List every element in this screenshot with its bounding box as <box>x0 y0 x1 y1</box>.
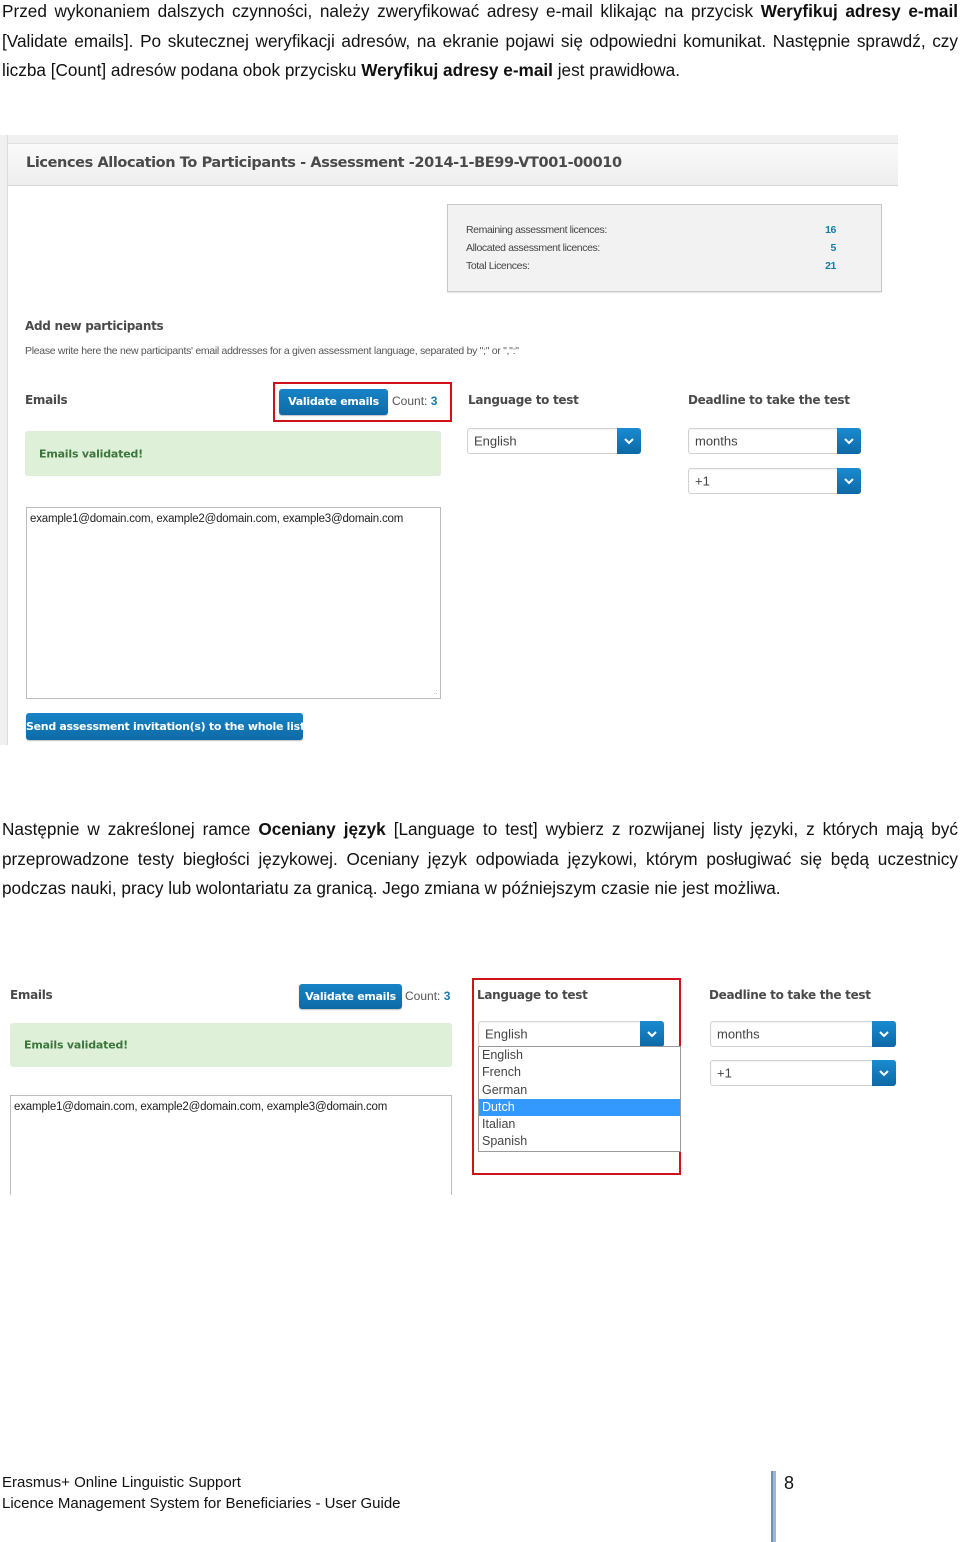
send-invitations-button[interactable]: Send assessment invitation(s) to the who… <box>26 713 305 740</box>
deadline-label: Deadline to take the test <box>688 393 850 407</box>
chevron-down-icon[interactable] <box>837 428 861 454</box>
footer-divider <box>771 1471 776 1542</box>
licences-summary-box: Remaining assessment licences: 16 Alloca… <box>447 204 882 292</box>
page-number: 8 <box>784 1473 795 1493</box>
page-footer: Erasmus+ Online Linguistic Support Licen… <box>2 1473 401 1514</box>
language-dropdown-list: English French German Dutch Italian Span… <box>478 1046 681 1152</box>
email-count: Count: 3 <box>405 989 450 1003</box>
intro-bold-1: Weryfikuj adresy e-mail <box>760 1 958 21</box>
emails-textarea[interactable]: example1@domain.com, example2@domain.com… <box>10 1095 452 1195</box>
language-option[interactable]: German <box>479 1082 680 1099</box>
deadline-unit-value: months <box>717 1026 760 1042</box>
deadline-amount-select[interactable]: +1 <box>688 468 861 494</box>
deadline-label: Deadline to take the test <box>709 988 871 1002</box>
second-text-1: Następnie w zakreślonej ramce <box>2 819 259 839</box>
second-paragraph: Następnie w zakreślonej ramce Oceniany j… <box>2 815 958 904</box>
add-participants-note: Please write here the new participants' … <box>25 345 519 357</box>
chevron-down-icon[interactable] <box>872 1021 896 1047</box>
emails-label: Emails <box>10 988 53 1002</box>
screenshot-licences-allocation: Licences Allocation To Participants - As… <box>0 135 898 745</box>
licence-value: 5 <box>830 242 837 254</box>
emails-textarea-value: example1@domain.com, example2@domain.com… <box>14 1101 388 1113</box>
chevron-down-icon[interactable] <box>837 468 861 494</box>
language-option[interactable]: English <box>479 1047 680 1064</box>
intro-text-3: jest prawidłowa. <box>552 60 680 81</box>
count-value: 3 <box>430 394 438 408</box>
language-option[interactable]: French <box>479 1064 680 1081</box>
validate-emails-button[interactable]: Validate emails <box>299 984 402 1009</box>
emails-validated-alert: Emails validated! <box>25 431 441 476</box>
deadline-amount-select[interactable]: +1 <box>710 1060 896 1086</box>
panel-title: Licences Allocation To Participants - As… <box>26 155 622 171</box>
count-value: 3 <box>443 989 451 1003</box>
screenshot-language-dropdown: Emails Validate emails Count: 3 Emails v… <box>0 975 905 1195</box>
language-option[interactable]: Italian <box>479 1116 680 1133</box>
second-bold-1: Oceniany język <box>258 819 386 839</box>
licence-label: Remaining assessment licences: <box>466 224 607 236</box>
add-participants-heading: Add new participants <box>25 319 164 333</box>
licence-row-remaining: Remaining assessment licences: 16 <box>466 224 836 236</box>
footer-line-1: Erasmus+ Online Linguistic Support <box>2 1474 241 1491</box>
licence-row-total: Total Licences: 21 <box>466 260 836 272</box>
emails-textarea[interactable]: example1@domain.com, example2@domain.com… <box>26 507 441 699</box>
panel-header: Licences Allocation To Participants - As… <box>8 143 898 186</box>
deadline-unit-value: months <box>695 433 738 449</box>
frame-left <box>0 135 8 745</box>
deadline-amount-value: +1 <box>717 1065 732 1081</box>
deadline-unit-select[interactable]: months <box>688 428 861 454</box>
language-select[interactable]: English <box>478 1021 664 1047</box>
intro-bold-2: Weryfikuj adresy e-mail <box>361 60 553 81</box>
licence-value: 16 <box>825 224 836 236</box>
language-option-highlighted[interactable]: Dutch <box>479 1098 680 1117</box>
deadline-amount-value: +1 <box>695 473 710 489</box>
language-option[interactable]: Spanish <box>479 1133 680 1150</box>
licence-label: Allocated assessment licences: <box>466 242 600 254</box>
validate-emails-button[interactable]: Validate emails <box>279 389 388 415</box>
frame-top <box>0 135 898 143</box>
emails-validated-message: Emails validated! <box>24 1038 128 1052</box>
licence-label: Total Licences: <box>466 260 530 272</box>
intro-paragraph: Przed wykonaniem dalszych czynności, nal… <box>2 0 958 86</box>
resize-grip-icon[interactable]: .: <box>434 689 438 696</box>
language-select-value: English <box>474 433 517 449</box>
emails-textarea-value: example1@domain.com, example2@domain.com… <box>30 513 404 525</box>
language-to-test-label: Language to test <box>468 393 579 407</box>
emails-validated-message: Emails validated! <box>39 447 143 460</box>
footer-line-2: Licence Management System for Beneficiar… <box>2 1494 401 1512</box>
emails-validated-alert: Emails validated! <box>10 1023 452 1067</box>
chevron-down-icon[interactable] <box>640 1021 664 1047</box>
language-select[interactable]: English <box>467 428 641 454</box>
licence-value: 21 <box>825 260 836 272</box>
email-count: Count: 3 <box>392 394 437 408</box>
chevron-down-icon[interactable] <box>617 428 641 454</box>
count-label: Count: <box>405 989 441 1003</box>
licence-row-allocated: Allocated assessment licences: 5 <box>466 242 836 254</box>
language-select-value: English <box>485 1026 528 1042</box>
intro-text-1: Przed wykonaniem dalszych czynności, nal… <box>2 1 761 21</box>
deadline-unit-select[interactable]: months <box>710 1021 896 1047</box>
count-label: Count: <box>392 394 428 408</box>
language-to-test-label: Language to test <box>477 988 588 1002</box>
emails-label: Emails <box>25 393 68 407</box>
chevron-down-icon[interactable] <box>872 1060 896 1086</box>
